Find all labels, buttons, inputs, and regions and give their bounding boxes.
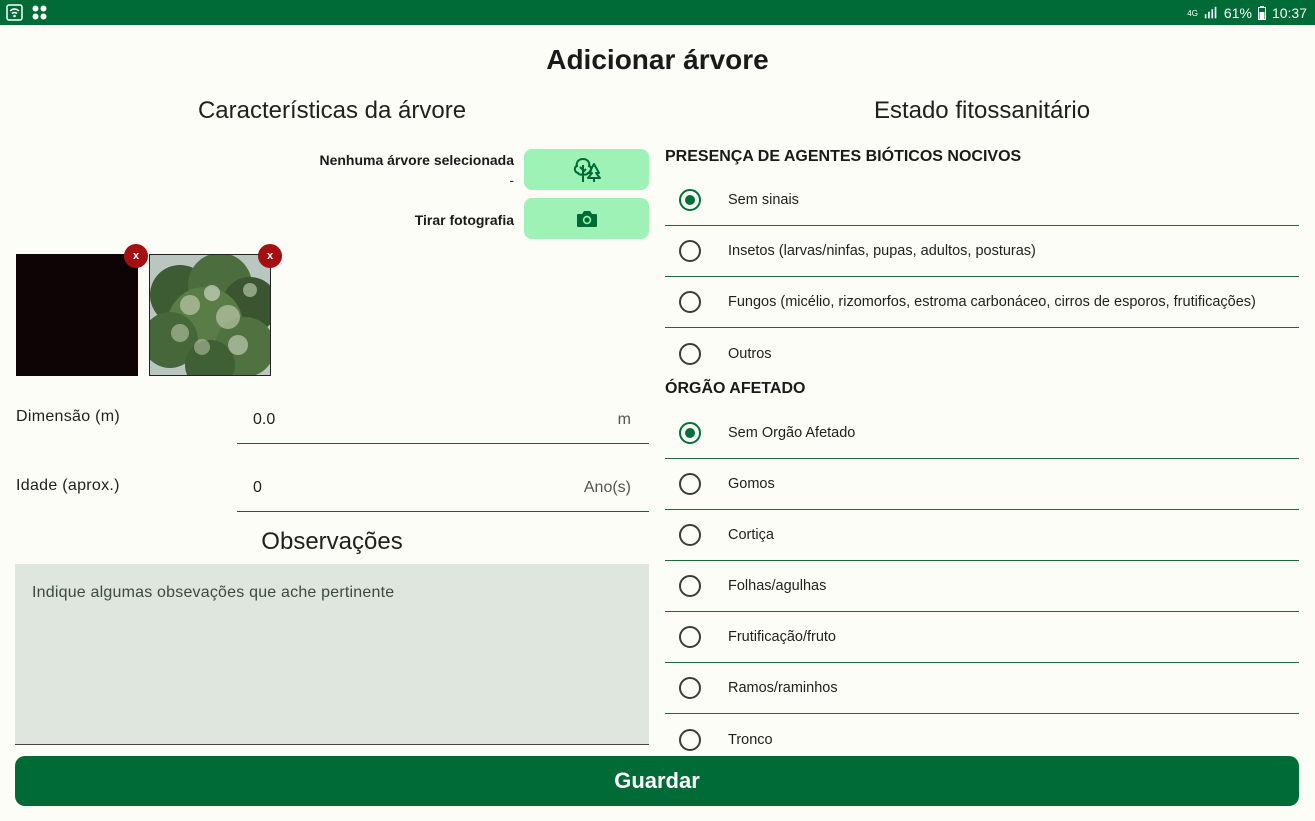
apps-icon — [32, 5, 47, 20]
dimension-input[interactable]: 0.0 m — [237, 396, 649, 444]
organ-option[interactable]: Cortiça — [665, 510, 1299, 561]
wifi-icon — [6, 4, 23, 21]
observations-title: Observações — [261, 528, 403, 555]
clock: 10:37 — [1271, 5, 1307, 21]
select-tree-button[interactable] — [524, 149, 649, 190]
biotic-option[interactable]: Outros — [665, 328, 1299, 379]
network-indicator: 4G — [1187, 8, 1198, 18]
photo-thumbnail-tree[interactable] — [149, 254, 271, 376]
take-photo-label: Tirar fotografia — [414, 212, 514, 228]
age-suffix: Ano(s) — [583, 478, 631, 496]
observations-textarea[interactable]: Indique algumas obsevações que ache pert… — [15, 564, 649, 745]
dimension-suffix: m — [617, 410, 631, 428]
delete-photo-button[interactable]: x — [258, 244, 282, 268]
radio-checked-icon[interactable] — [679, 189, 701, 211]
photo-thumbnail[interactable] — [16, 254, 138, 376]
radio-unchecked-icon[interactable] — [679, 291, 701, 313]
organ-option[interactable]: Folhas/agulhas — [665, 561, 1299, 612]
status-bar: 4G 61% 10:37 — [0, 0, 1315, 25]
radio-checked-icon[interactable] — [679, 422, 701, 444]
tree-photo-image — [150, 255, 270, 375]
radio-unchecked-icon[interactable] — [679, 626, 701, 648]
organ-option-label: Folhas/agulhas — [728, 578, 827, 594]
organ-option-label: Frutificação/fruto — [728, 629, 836, 645]
tree-picker-sub: - — [509, 172, 514, 188]
tree-characteristics-title: Características da árvore — [197, 97, 467, 124]
observations-placeholder: Indique algumas obsevações que ache pert… — [32, 584, 395, 601]
dimension-value: 0.0 — [253, 410, 276, 428]
organ-option-label: Sem Orgão Afetado — [728, 425, 856, 441]
tree-icon — [573, 157, 601, 182]
biotic-option-label: Insetos (larvas/ninfas, pupas, adultos, … — [728, 243, 1036, 259]
radio-unchecked-icon[interactable] — [679, 342, 701, 365]
radio-unchecked-icon[interactable] — [679, 575, 701, 597]
battery-icon — [1257, 6, 1266, 20]
organ-option-label: Tronco — [728, 731, 773, 748]
save-button[interactable]: Guardar — [15, 756, 1299, 806]
age-value: 0 — [253, 478, 262, 496]
organ-option[interactable]: Frutificação/fruto — [665, 612, 1299, 663]
page-title: Adicionar árvore — [546, 44, 769, 75]
age-input[interactable]: 0 Ano(s) — [237, 464, 649, 512]
take-photo-button[interactable] — [524, 198, 649, 239]
biotic-agents-header: PRESENÇA DE AGENTES BIÓTICOS NOCIVOS — [665, 148, 1022, 165]
radio-unchecked-icon[interactable] — [679, 240, 701, 262]
radio-unchecked-icon[interactable] — [679, 473, 701, 495]
dimension-label: Dimensão (m) — [16, 408, 121, 425]
biotic-option[interactable]: Insetos (larvas/ninfas, pupas, adultos, … — [665, 226, 1299, 277]
phytosanitary-title: Estado fitossanitário — [873, 97, 1091, 124]
organ-option-label: Gomos — [728, 476, 775, 492]
radio-unchecked-icon[interactable] — [679, 524, 701, 546]
age-label: Idade (aprox.) — [16, 477, 120, 494]
organ-option[interactable]: Sem Orgão Afetado — [665, 408, 1299, 459]
organ-option[interactable]: Gomos — [665, 459, 1299, 510]
affected-organ-header: ÓRGÃO AFETADO — [665, 380, 806, 397]
tree-picker-label: Nenhuma árvore selecionada — [319, 152, 514, 168]
organ-option-label: Ramos/raminhos — [728, 680, 838, 696]
radio-unchecked-icon[interactable] — [679, 728, 701, 751]
organ-option[interactable]: Ramos/raminhos — [665, 663, 1299, 714]
biotic-option-label: Sem sinais — [728, 192, 799, 208]
biotic-option-label: Outros — [728, 345, 772, 362]
radio-unchecked-icon[interactable] — [679, 677, 701, 699]
camera-icon — [576, 210, 597, 227]
biotic-option[interactable]: Sem sinais — [665, 175, 1299, 226]
battery-percent: 61% — [1223, 5, 1252, 21]
biotic-option-label: Fungos (micélio, rizomorfos, estroma car… — [728, 294, 1256, 310]
organ-option-label: Cortiça — [728, 527, 774, 543]
biotic-option[interactable]: Fungos (micélio, rizomorfos, estroma car… — [665, 277, 1299, 328]
signal-icon — [1204, 6, 1217, 19]
delete-photo-button[interactable]: x — [124, 244, 148, 268]
